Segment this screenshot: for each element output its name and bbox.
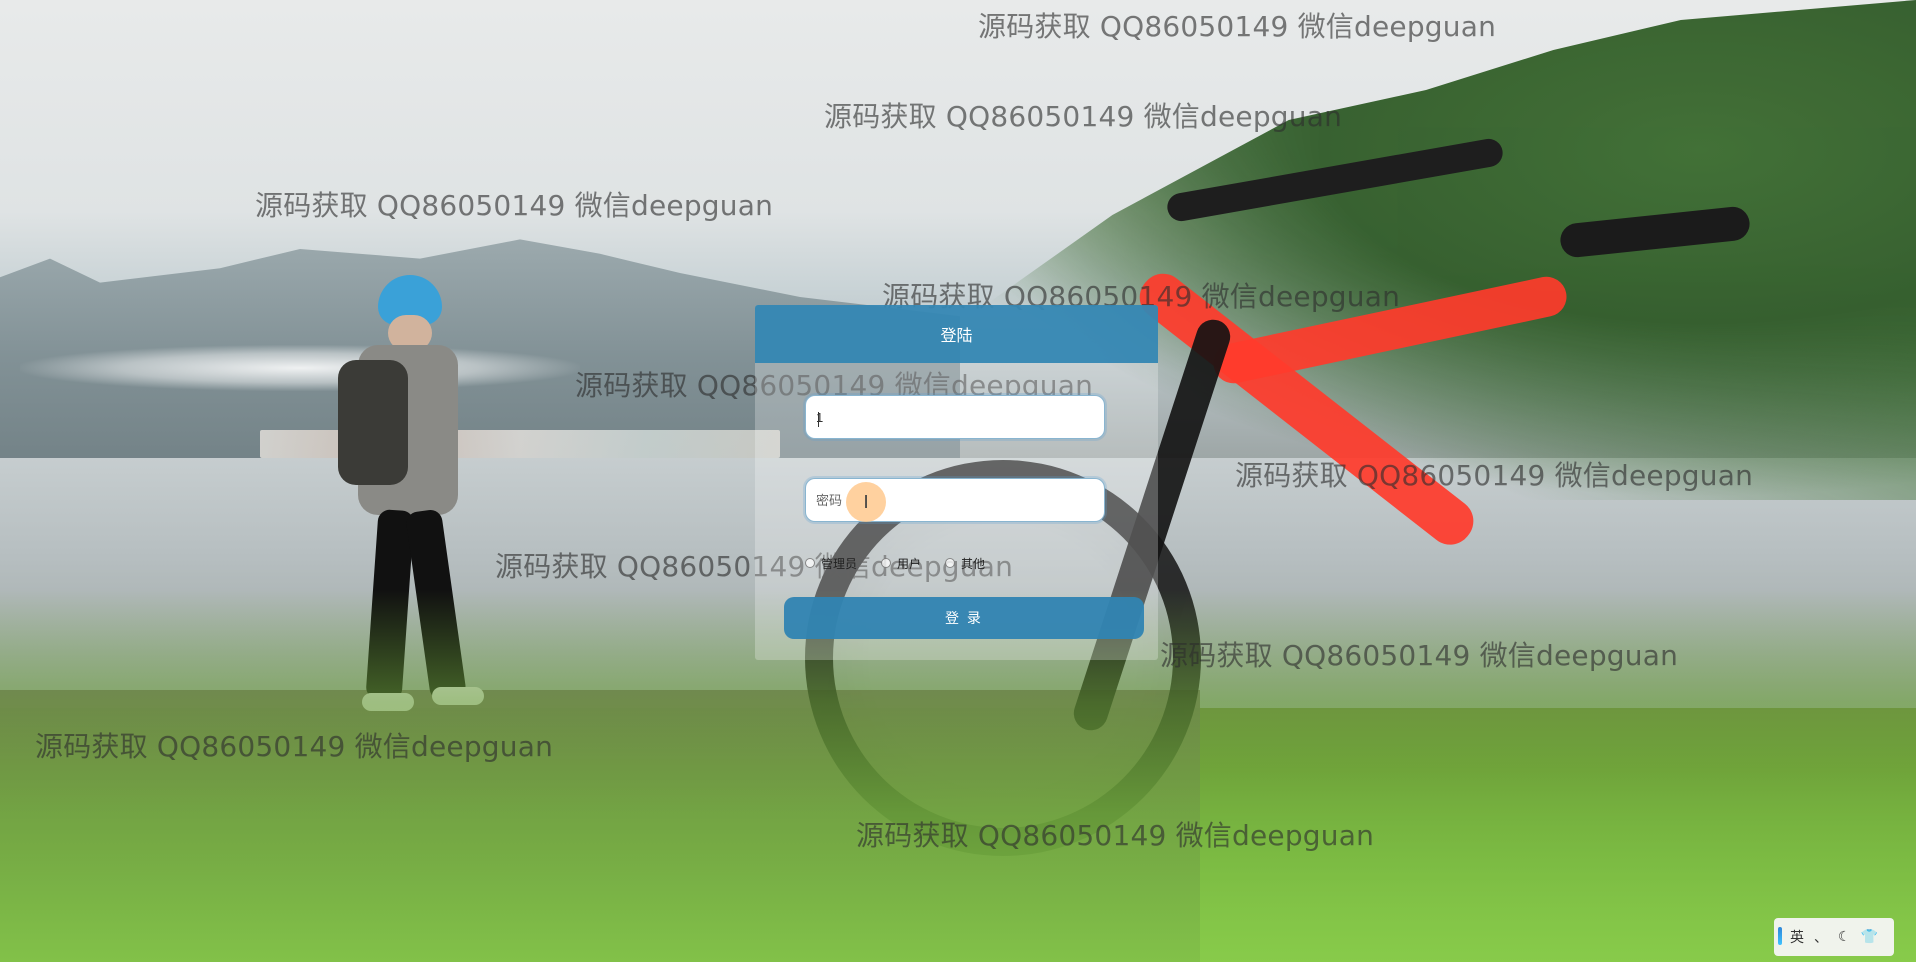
username-field[interactable] (805, 395, 1105, 439)
bike-handlebar (1165, 136, 1505, 224)
cloud (20, 345, 580, 391)
text-cursor-indicator: I (846, 482, 886, 522)
role-other[interactable]: 其他 (945, 555, 985, 572)
role-label: 管理员 (821, 556, 858, 571)
role-admin[interactable]: 管理员 (805, 555, 857, 572)
ime-accent (1778, 927, 1782, 945)
radio-icon[interactable] (805, 558, 815, 568)
watermark-text: 源码获取 QQ86050149 微信deepguan (856, 819, 1375, 852)
radio-icon[interactable] (881, 558, 892, 568)
punctuation-icon[interactable]: 、 (1814, 927, 1828, 947)
role-selector: 管理员 用户 其他 (805, 552, 1065, 574)
role-label: 其他 (961, 556, 986, 571)
watermark-text: 源码获取 QQ86050149 微信deepguan (1235, 459, 1754, 492)
watermark-text: 源码获取 QQ86050149 微信deepguan (824, 100, 1343, 133)
i-beam-icon: I (863, 491, 869, 513)
text-caret (818, 412, 819, 427)
backpack (338, 360, 408, 485)
bike-seat (1558, 205, 1752, 259)
login-title: 登陆 (755, 305, 1158, 363)
ime-status[interactable]: 英 、 ☾ 👕 (1774, 918, 1894, 956)
ime-language[interactable]: 英 (1790, 927, 1804, 947)
radio-icon[interactable] (945, 558, 956, 568)
watermark-text: 源码获取 QQ86050149 微信deepguan (978, 10, 1497, 43)
watermark-text: 源码获取 QQ86050149 微信deepguan (255, 189, 774, 222)
login-button[interactable]: 登 录 (784, 597, 1144, 639)
watermark-text: 源码获取 QQ86050149 微信deepguan (1160, 639, 1679, 672)
shirt-icon[interactable]: 👕 (1861, 929, 1878, 945)
watermark-text: 源码获取 QQ86050149 微信deepguan (35, 730, 554, 763)
role-label: 用户 (897, 556, 922, 571)
moon-icon[interactable]: ☾ (1838, 929, 1851, 945)
role-user[interactable]: 用户 (881, 555, 921, 572)
